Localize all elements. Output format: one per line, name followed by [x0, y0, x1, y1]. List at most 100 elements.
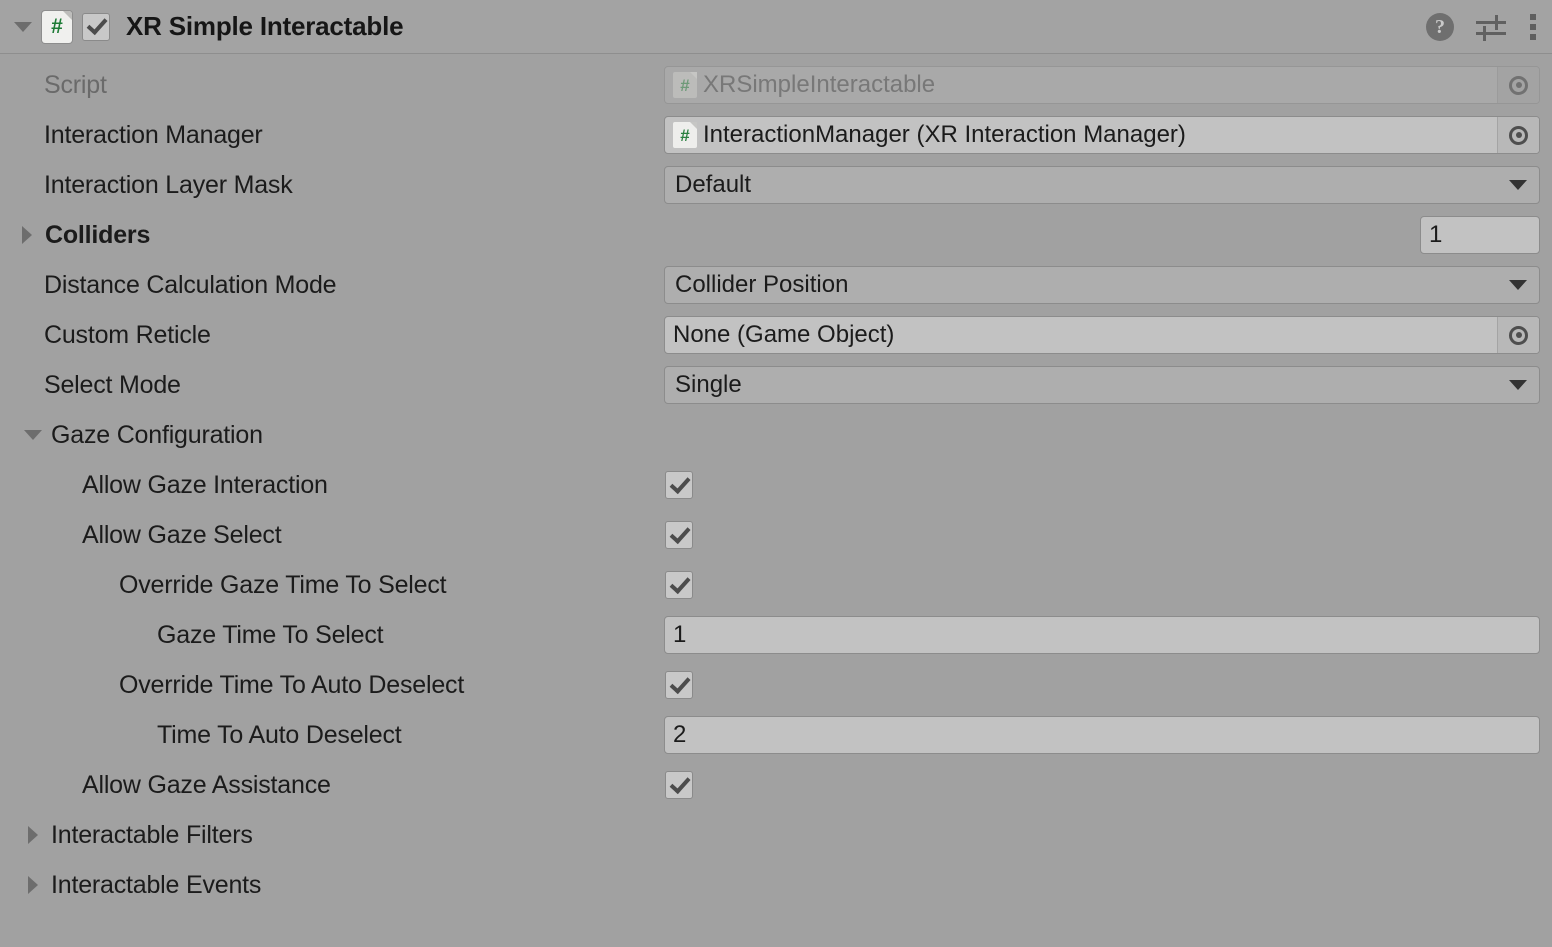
- gaze-time-to-select-input[interactable]: 1: [664, 616, 1540, 654]
- gaze-time-to-select-label: Gaze Time To Select: [157, 621, 383, 650]
- script-value: XRSimpleInteractable: [703, 71, 935, 99]
- override-gaze-time-to-select-checkbox[interactable]: [665, 571, 693, 599]
- colliders-count-field[interactable]: 1: [1420, 216, 1540, 254]
- component-foldout-toggle[interactable]: [10, 14, 36, 40]
- custom-reticle-label: Custom Reticle: [44, 321, 211, 350]
- object-picker-icon[interactable]: [1497, 117, 1539, 153]
- label-cell: Override Time To Auto Deselect: [0, 671, 664, 700]
- row-gaze-configuration: Gaze Configuration: [0, 410, 1552, 460]
- chevron-down-icon: [1509, 380, 1527, 390]
- script-icon-glyph: #: [51, 16, 63, 37]
- allow-gaze-assistance-label: Allow Gaze Assistance: [82, 771, 331, 800]
- field-cell: [664, 410, 1552, 460]
- field-cell: Single: [664, 360, 1552, 410]
- component-enabled-checkbox[interactable]: [82, 13, 110, 41]
- inspector-body: Script # XRSimpleInteractable Interactio…: [0, 54, 1552, 910]
- colliders-label: Colliders: [45, 221, 150, 250]
- allow-gaze-interaction-checkbox[interactable]: [665, 471, 693, 499]
- distance-calculation-mode-value: Collider Position: [675, 271, 848, 299]
- field-cell: # InteractionManager (XR Interaction Man…: [664, 110, 1552, 160]
- label-cell: Custom Reticle: [0, 321, 664, 350]
- interaction-layer-mask-dropdown[interactable]: Default: [664, 166, 1540, 204]
- label-cell: Interaction Manager: [0, 121, 664, 150]
- allow-gaze-interaction-label: Allow Gaze Interaction: [82, 471, 328, 500]
- row-select-mode: Select Mode Single: [0, 360, 1552, 410]
- label-cell: Override Gaze Time To Select: [0, 571, 664, 600]
- component-title: XR Simple Interactable: [126, 11, 403, 42]
- csharp-script-icon: #: [42, 11, 72, 43]
- interactable-filters-foldout[interactable]: Interactable Filters: [0, 821, 664, 850]
- row-interactable-filters: Interactable Filters: [0, 810, 1552, 860]
- chevron-right-icon: [20, 822, 46, 848]
- distance-calculation-mode-dropdown[interactable]: Collider Position: [664, 266, 1540, 304]
- help-icon[interactable]: ?: [1426, 13, 1454, 41]
- label-cell: Script: [0, 71, 664, 100]
- override-gaze-time-to-select-label: Override Gaze Time To Select: [119, 571, 446, 600]
- custom-reticle-object-field[interactable]: None (Game Object): [664, 316, 1540, 354]
- field-cell: [664, 860, 1552, 910]
- gaze-time-to-select-value: 1: [673, 621, 686, 649]
- override-time-to-auto-deselect-label: Override Time To Auto Deselect: [119, 671, 464, 700]
- row-interaction-layer-mask: Interaction Layer Mask Default: [0, 160, 1552, 210]
- row-allow-gaze-assistance: Allow Gaze Assistance: [0, 760, 1552, 810]
- field-cell: 1: [664, 610, 1552, 660]
- header-actions: ?: [1426, 0, 1538, 54]
- distance-calculation-mode-label: Distance Calculation Mode: [44, 271, 336, 300]
- select-mode-dropdown[interactable]: Single: [664, 366, 1540, 404]
- interactable-events-foldout[interactable]: Interactable Events: [0, 871, 664, 900]
- csharp-script-icon: #: [673, 72, 697, 98]
- more-menu-icon[interactable]: [1528, 13, 1538, 41]
- script-icon-glyph: #: [680, 127, 689, 144]
- chevron-down-icon: [14, 22, 32, 32]
- row-interaction-manager: Interaction Manager # InteractionManager…: [0, 110, 1552, 160]
- interaction-layer-mask-value: Default: [675, 171, 751, 199]
- chevron-right-icon: [14, 222, 40, 248]
- field-cell: [664, 660, 1552, 710]
- object-picker-icon[interactable]: [1497, 317, 1539, 353]
- field-cell: [664, 560, 1552, 610]
- select-mode-label: Select Mode: [44, 371, 181, 400]
- field-cell: Default: [664, 160, 1552, 210]
- chevron-right-icon: [20, 872, 46, 898]
- row-allow-gaze-select: Allow Gaze Select: [0, 510, 1552, 560]
- row-time-to-auto-deselect: Time To Auto Deselect 2: [0, 710, 1552, 760]
- row-interactable-events: Interactable Events: [0, 860, 1552, 910]
- allow-gaze-select-checkbox[interactable]: [665, 521, 693, 549]
- colliders-foldout[interactable]: Colliders: [0, 221, 664, 250]
- custom-reticle-value: None (Game Object): [673, 321, 894, 349]
- interaction-layer-mask-label: Interaction Layer Mask: [44, 171, 293, 200]
- row-script: Script # XRSimpleInteractable: [0, 60, 1552, 110]
- override-time-to-auto-deselect-checkbox[interactable]: [665, 671, 693, 699]
- field-cell: 2: [664, 710, 1552, 760]
- allow-gaze-assistance-checkbox[interactable]: [665, 771, 693, 799]
- interactable-filters-label: Interactable Filters: [51, 821, 253, 850]
- row-distance-calculation-mode: Distance Calculation Mode Collider Posit…: [0, 260, 1552, 310]
- script-label: Script: [44, 71, 107, 100]
- gaze-configuration-foldout[interactable]: Gaze Configuration: [0, 421, 664, 450]
- interaction-manager-label: Interaction Manager: [44, 121, 263, 150]
- field-cell: 1: [664, 210, 1552, 260]
- allow-gaze-select-label: Allow Gaze Select: [82, 521, 281, 550]
- label-cell: Allow Gaze Assistance: [0, 771, 664, 800]
- row-custom-reticle: Custom Reticle None (Game Object): [0, 310, 1552, 360]
- row-colliders: Colliders 1: [0, 210, 1552, 260]
- field-cell: Collider Position: [664, 260, 1552, 310]
- row-allow-gaze-interaction: Allow Gaze Interaction: [0, 460, 1552, 510]
- interaction-manager-object-field[interactable]: # InteractionManager (XR Interaction Man…: [664, 116, 1540, 154]
- row-override-gaze-time-to-select: Override Gaze Time To Select: [0, 560, 1552, 610]
- gaze-configuration-label: Gaze Configuration: [51, 421, 263, 450]
- chevron-down-icon: [1509, 180, 1527, 190]
- label-cell: Allow Gaze Interaction: [0, 471, 664, 500]
- field-cell: [664, 460, 1552, 510]
- time-to-auto-deselect-input[interactable]: 2: [664, 716, 1540, 754]
- row-gaze-time-to-select: Gaze Time To Select 1: [0, 610, 1552, 660]
- interaction-manager-value: InteractionManager (XR Interaction Manag…: [703, 121, 1186, 149]
- time-to-auto-deselect-value: 2: [673, 721, 686, 749]
- preset-icon[interactable]: [1476, 13, 1506, 41]
- label-cell: Allow Gaze Select: [0, 521, 664, 550]
- field-cell: None (Game Object): [664, 310, 1552, 360]
- csharp-script-icon: #: [673, 122, 697, 148]
- object-picker-icon: [1497, 67, 1539, 103]
- field-cell: [664, 510, 1552, 560]
- component-header: # XR Simple Interactable ?: [0, 0, 1552, 54]
